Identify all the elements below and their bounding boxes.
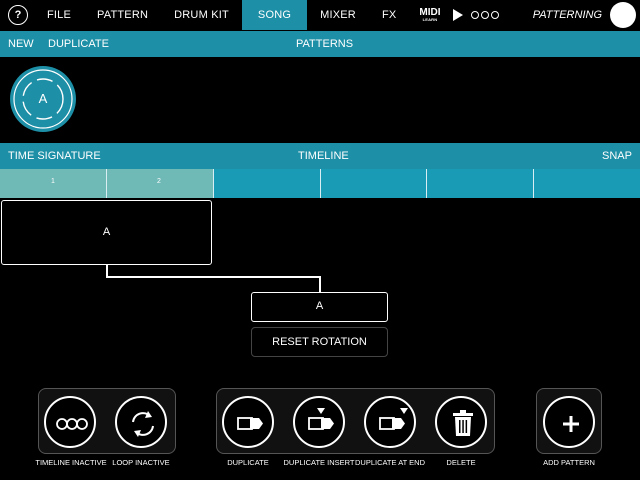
loop-icon [132, 411, 154, 437]
duplicate-button[interactable] [222, 396, 274, 448]
loop-toggle-button[interactable] [115, 396, 167, 448]
help-button[interactable]: ? [8, 5, 28, 25]
ruler-divider [106, 169, 107, 198]
ruler-number-2: 2 [157, 178, 161, 185]
ruler-divider [213, 169, 214, 198]
delete-button[interactable] [435, 396, 487, 448]
snap-button[interactable]: SNAP [602, 143, 632, 169]
connector-line [106, 276, 321, 278]
duplicate-icon [237, 417, 263, 430]
mode-label: PATTERNING [532, 9, 602, 21]
pattern-a-button[interactable]: A [10, 66, 76, 132]
duplicate-at-end-button[interactable] [364, 396, 416, 448]
timeline-toggle-button[interactable] [44, 396, 96, 448]
ruler-number-1: 1 [51, 178, 55, 185]
patterns-title: PATTERNS [296, 38, 354, 50]
midi-learn-button[interactable]: MIDI LEARN [409, 6, 450, 22]
menu-file[interactable]: FILE [34, 0, 84, 30]
duplicate-at-end-label: DUPLICATE AT END [354, 458, 426, 467]
new-pattern-button[interactable]: NEW [8, 31, 34, 57]
duplicate-at-end-icon [379, 408, 408, 430]
top-menu-bar: ? FILE PATTERN DRUM KIT SONG MIXER FX MI… [0, 0, 640, 30]
plus-icon [563, 416, 579, 432]
timeline-inactive-label: TIMELINE INACTIVE [35, 458, 107, 467]
duplicate-label: DUPLICATE [227, 458, 269, 467]
more-options-icon[interactable] [470, 11, 499, 19]
play-icon[interactable] [452, 9, 463, 21]
ruler-divider [320, 169, 321, 198]
timeline-pattern-block[interactable]: A [1, 200, 212, 265]
selected-pattern-block[interactable]: A [251, 292, 388, 322]
connector-line [319, 276, 321, 292]
patterns-toolbar: NEW DUPLICATE PATTERNS [0, 31, 640, 57]
menu-pattern[interactable]: PATTERN [84, 0, 161, 30]
menu-mixer[interactable]: MIXER [307, 0, 369, 30]
ruler-divider [426, 169, 427, 198]
timeline-title: TIMELINE [298, 150, 349, 162]
add-pattern-label: ADD PATTERN [543, 458, 595, 467]
add-pattern-button[interactable] [543, 396, 595, 448]
timeline-dots-icon [56, 418, 88, 430]
menu-drum-kit[interactable]: DRUM KIT [161, 0, 242, 30]
time-signature-button[interactable]: TIME SIGNATURE [8, 143, 101, 169]
duplicate-insert-button[interactable] [293, 396, 345, 448]
timeline-ruler[interactable]: 1 2 [0, 169, 640, 198]
reset-rotation-button[interactable]: RESET ROTATION [251, 327, 388, 357]
delete-label: DELETE [446, 458, 476, 467]
trash-icon [453, 410, 473, 436]
pattern-a-label: A [38, 91, 48, 106]
menu-fx[interactable]: FX [369, 0, 409, 30]
duplicate-pattern-button[interactable]: DUPLICATE [48, 31, 109, 57]
timeline-toolbar: TIME SIGNATURE TIMELINE SNAP [0, 143, 640, 169]
duplicate-insert-label: DUPLICATE INSERT [283, 458, 355, 467]
duplicate-insert-icon [308, 408, 334, 430]
midi-label: MIDI [419, 6, 441, 18]
loop-inactive-label: LOOP INACTIVE [112, 458, 170, 467]
ruler-divider [533, 169, 534, 198]
mode-toggle-button[interactable] [610, 2, 636, 28]
menu-song[interactable]: SONG [241, 0, 308, 30]
